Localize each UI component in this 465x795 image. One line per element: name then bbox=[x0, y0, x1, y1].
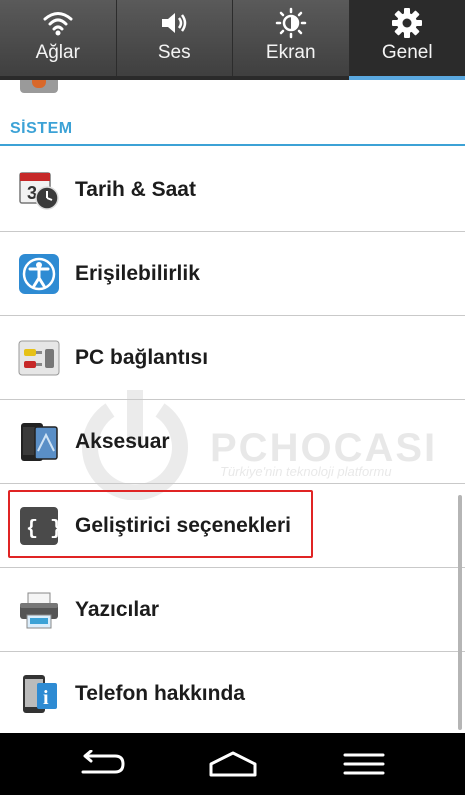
settings-tab-bar: Ağlar Ses Ekran Genel bbox=[0, 0, 465, 80]
tab-sound[interactable]: Ses bbox=[117, 0, 233, 80]
tab-display[interactable]: Ekran bbox=[233, 0, 350, 80]
section-title: SİSTEM bbox=[10, 120, 73, 137]
tab-label: Ağlar bbox=[35, 42, 80, 63]
back-icon bbox=[81, 750, 125, 774]
tab-label: Ekran bbox=[265, 42, 316, 63]
calendar-clock-icon: 3 bbox=[18, 169, 60, 211]
partial-item-icon bbox=[20, 80, 58, 93]
printer-icon bbox=[18, 589, 60, 631]
pc-connection-icon bbox=[18, 337, 60, 379]
list-item-label: Erişilebilirlik bbox=[75, 261, 200, 285]
scrollbar[interactable] bbox=[458, 495, 462, 730]
tab-label: Genel bbox=[381, 42, 433, 63]
list-item-accessory[interactable]: Aksesuar bbox=[0, 400, 465, 484]
wifi-icon bbox=[43, 6, 73, 40]
navigation-bar bbox=[0, 733, 465, 795]
settings-list: 3 Tarih & Saat Erişilebilirlik PC bağlan… bbox=[0, 148, 465, 736]
list-item-label: Aksesuar bbox=[75, 429, 170, 453]
list-item-printers[interactable]: Yazıcılar bbox=[0, 568, 465, 652]
active-tab-indicator bbox=[349, 76, 465, 80]
accessibility-icon bbox=[18, 253, 60, 295]
highlight-box bbox=[8, 490, 313, 558]
list-item-about-phone[interactable]: i Telefon hakkında bbox=[0, 652, 465, 736]
list-item-accessibility[interactable]: Erişilebilirlik bbox=[0, 232, 465, 316]
accessory-icon bbox=[18, 421, 60, 463]
menu-button[interactable] bbox=[334, 747, 394, 781]
speaker-icon bbox=[159, 6, 189, 40]
brightness-icon bbox=[275, 6, 307, 40]
tab-label: Ses bbox=[157, 42, 191, 63]
gear-icon bbox=[391, 6, 423, 40]
home-button[interactable] bbox=[203, 747, 263, 781]
list-item-pc-connection[interactable]: PC bağlantısı bbox=[0, 316, 465, 400]
home-icon bbox=[209, 751, 257, 777]
section-header: SİSTEM bbox=[0, 112, 465, 146]
list-item-label: Tarih & Saat bbox=[75, 177, 196, 201]
back-button[interactable] bbox=[72, 747, 132, 781]
svg-text:i: i bbox=[43, 687, 49, 709]
list-item-label: Telefon hakkında bbox=[75, 681, 245, 705]
list-item-date-time[interactable]: 3 Tarih & Saat bbox=[0, 148, 465, 232]
menu-icon bbox=[343, 753, 385, 775]
list-item-label: Yazıcılar bbox=[75, 597, 160, 621]
phone-info-icon: i bbox=[18, 673, 60, 715]
tab-general[interactable]: Genel bbox=[349, 0, 465, 80]
list-item-label: PC bağlantısı bbox=[75, 345, 209, 369]
tab-networks[interactable]: Ağlar bbox=[0, 0, 117, 80]
